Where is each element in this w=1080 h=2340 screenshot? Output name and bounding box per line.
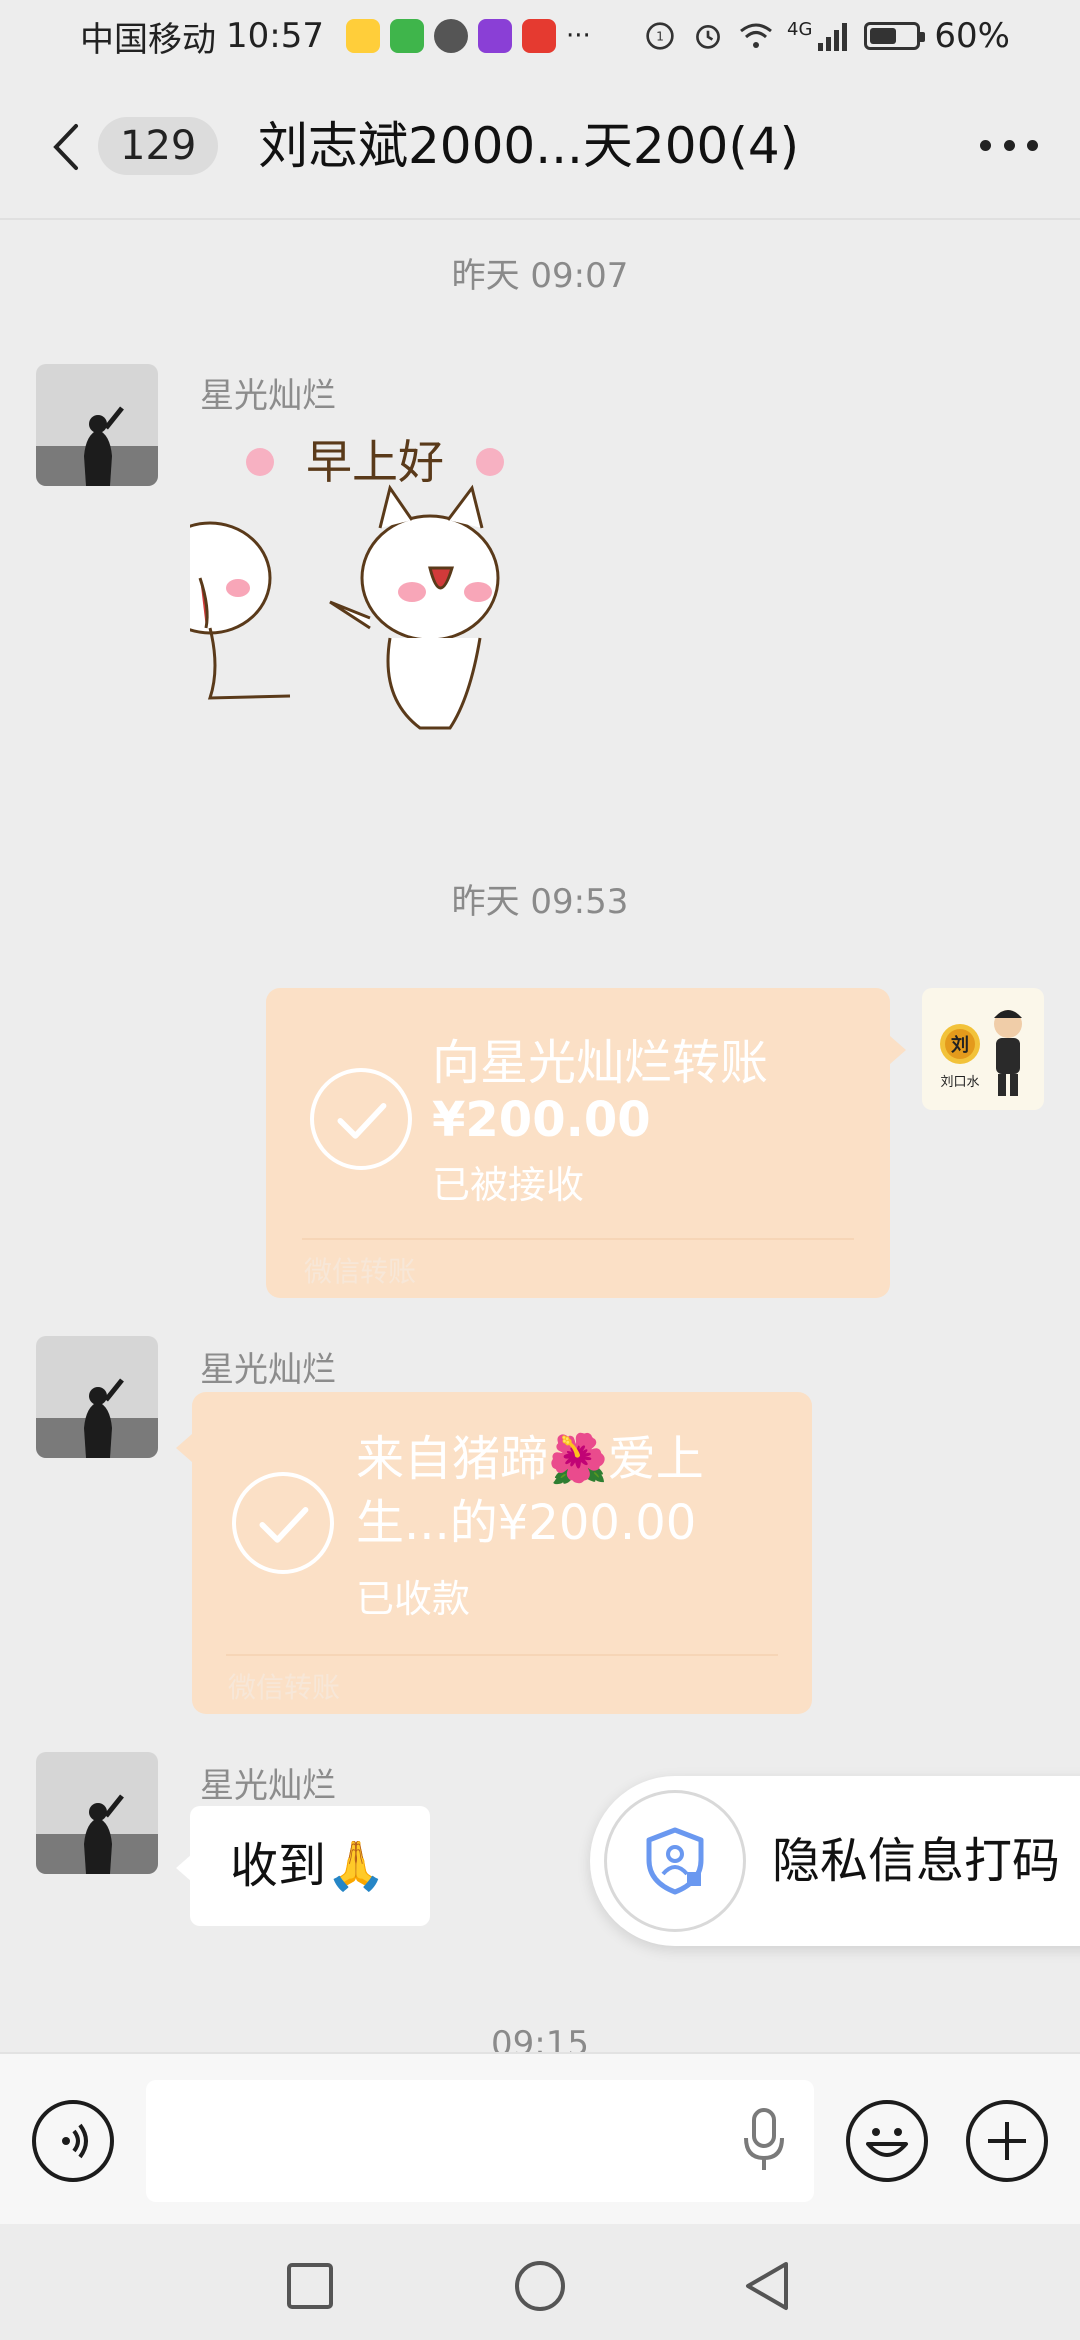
globe-app-icon	[433, 19, 468, 53]
microphone-icon[interactable]	[742, 2108, 786, 2174]
bubble-tail	[176, 1434, 192, 1462]
privacy-icon-circle	[604, 1790, 746, 1932]
home-icon[interactable]	[514, 2260, 566, 2312]
unread-count-badge[interactable]: 129	[98, 117, 219, 175]
sender-avatar[interactable]	[36, 1336, 158, 1458]
more-actions-button[interactable]	[966, 2100, 1048, 2182]
cartoon-avatar-image: 刘 刘口水	[922, 988, 1044, 1110]
sender-name: 星光灿烂	[200, 1766, 336, 1806]
video-app-icon	[389, 19, 424, 53]
more-notifications-icon: ···	[565, 21, 591, 51]
card-divider	[226, 1654, 778, 1656]
weibo-app-icon	[345, 19, 380, 53]
privacy-button-label: 隐私信息打码	[772, 1833, 1061, 1889]
bubble-tail	[890, 1036, 906, 1064]
text-message-bubble[interactable]: 收到🙏	[190, 1806, 430, 1926]
dot-icon	[1027, 139, 1038, 151]
emoji-button[interactable]	[846, 2100, 928, 2182]
voice-icon	[62, 2123, 88, 2159]
sender-avatar[interactable]	[36, 1752, 158, 1874]
smiley-icon	[866, 2128, 908, 2157]
chat-title: 刘志斌2000...天200(4)	[258, 117, 800, 175]
plus-icon	[988, 2122, 1026, 2160]
chat-header: 129 刘志斌2000...天200(4)	[0, 72, 1080, 220]
network-type: 4G	[787, 18, 813, 40]
my-avatar[interactable]: 刘 刘口水	[922, 988, 1044, 1110]
sender-avatar[interactable]	[36, 364, 158, 486]
hd-call-icon: 1	[646, 22, 674, 50]
carrier-label: 中国移动	[80, 19, 216, 60]
transfer-title-line2: 生...的¥200.00	[356, 1495, 697, 1551]
wifi-icon	[740, 23, 772, 48]
cat-sticker-image: 早上好	[148, 435, 504, 730]
message-timestamp: 昨天 09:53	[451, 882, 629, 922]
avatar-caption: 刘口水	[940, 1075, 979, 1090]
transfer-status: 已收款	[356, 1577, 471, 1621]
silhouette-avatar-image	[36, 364, 158, 486]
good-morning-sticker[interactable]: 早上好	[148, 428, 560, 768]
back-arrow-icon[interactable]	[46, 122, 86, 172]
transfer-title-line1: 来自猪蹄🌺爱上	[356, 1431, 704, 1487]
more-options-button[interactable]	[974, 120, 1044, 170]
checkmark-icon	[232, 1472, 334, 1574]
header-divider	[0, 218, 1080, 220]
system-navigation-bar	[0, 2224, 1080, 2340]
avatar-char: 刘	[951, 1034, 969, 1056]
message-input-bar	[0, 2052, 1080, 2224]
transfer-status: 已被接收	[432, 1163, 585, 1207]
card-divider	[302, 1238, 854, 1240]
voice-mode-button[interactable]	[32, 2100, 114, 2182]
sender-name: 星光灿烂	[200, 376, 336, 416]
clock: 10:57	[226, 16, 324, 56]
battery-percent: 60%	[934, 16, 1010, 56]
alarm-icon	[696, 24, 720, 49]
dot-icon	[980, 139, 991, 151]
privacy-mask-button[interactable]: 隐私信息打码	[590, 1776, 1080, 1946]
sender-name: 星光灿烂	[200, 1350, 336, 1390]
sticker-text: 早上好	[306, 435, 444, 489]
signal-icon	[818, 23, 848, 51]
recent-apps-icon[interactable]	[286, 2262, 334, 2310]
silhouette-avatar-image	[36, 1336, 158, 1458]
message-timestamp: 昨天 09:07	[451, 256, 629, 296]
status-bar: 中国移动 10:57 ··· 1 4G 60%	[0, 0, 1080, 72]
bank-app-icon	[477, 19, 512, 53]
message-text-input[interactable]	[146, 2080, 814, 2202]
shop-app-icon	[521, 19, 556, 53]
incoming-transfer-card[interactable]: 来自猪蹄🌺爱上 生...的¥200.00 已收款 微信转账	[192, 1392, 812, 1714]
svg-text:1: 1	[656, 29, 664, 43]
transfer-footer: 微信转账	[228, 1671, 341, 1704]
checkmark-icon	[310, 1068, 412, 1170]
transfer-footer: 微信转账	[304, 1255, 417, 1288]
shield-user-icon	[646, 1827, 704, 1895]
battery-icon	[864, 22, 926, 50]
back-triangle-icon[interactable]	[742, 2260, 792, 2312]
outgoing-transfer-card[interactable]: 向星光灿烂转账 ¥200.00 已被接收 微信转账	[266, 988, 890, 1298]
transfer-amount: ¥200.00	[432, 1092, 651, 1148]
silhouette-avatar-image	[36, 1752, 158, 1874]
transfer-title: 向星光灿烂转账	[432, 1035, 769, 1091]
dot-icon	[1003, 139, 1015, 151]
